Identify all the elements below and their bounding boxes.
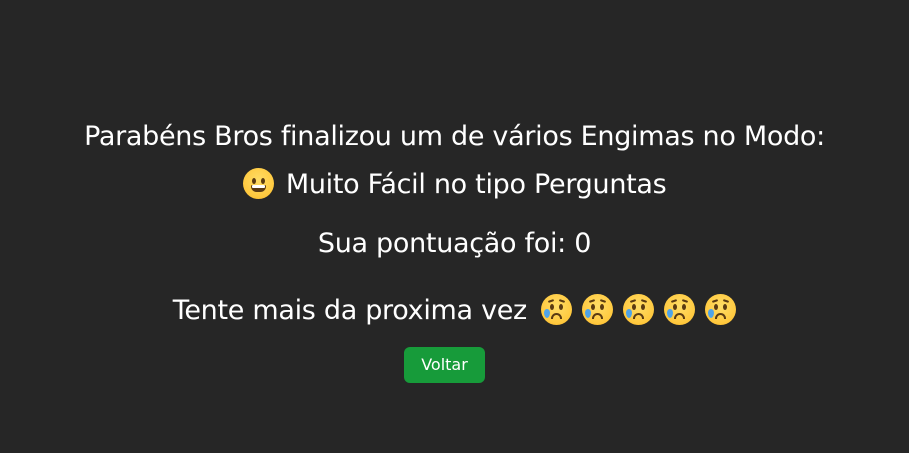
grinning-face-icon [242, 168, 274, 199]
score-text: Sua pontuação foi: 0 [317, 228, 592, 259]
sad-tear-face-icon [541, 294, 573, 325]
message-line: Tente mais da proxima vez [0, 294, 909, 325]
score-line: Sua pontuação foi: 0 [0, 230, 909, 257]
result-screen: Parabéns Bros finalizou um de vários Eng… [0, 0, 909, 453]
mode-text: Muito Fácil no tipo Perguntas [285, 169, 667, 200]
message-text: Tente mais da proxima vez [172, 295, 527, 326]
sad-tear-face-icon [664, 294, 696, 325]
sad-tear-face-icon [582, 294, 614, 325]
result-heading: Parabéns Bros finalizou um de vários Eng… [0, 123, 909, 150]
back-button[interactable]: Voltar [404, 347, 485, 383]
sad-emoji-group [541, 294, 737, 325]
sad-tear-face-icon [705, 294, 737, 325]
result-heading-text: Parabéns Bros finalizou um de vários Eng… [84, 121, 825, 152]
mode-line: Muito Fácil no tipo Perguntas [0, 168, 909, 199]
sad-tear-face-icon [623, 294, 655, 325]
